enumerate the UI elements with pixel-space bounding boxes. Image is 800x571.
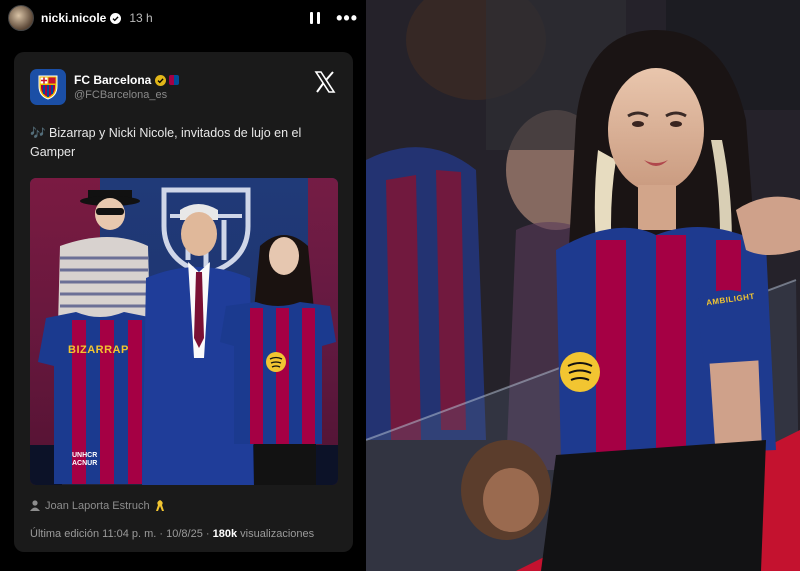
views-label: visualizaciones bbox=[240, 528, 315, 540]
shirt-nicki bbox=[220, 302, 336, 444]
tweet-edited-date: Última edición 11:04 p. m. · 10/8/25 · bbox=[30, 528, 210, 540]
pause-icon[interactable] bbox=[310, 12, 321, 24]
stadium-photo: AMBILIGHT bbox=[366, 0, 800, 571]
stadium-photo-illustration bbox=[366, 0, 800, 571]
more-options-icon[interactable]: ••• bbox=[336, 9, 358, 27]
story-timestamp: 13 h bbox=[129, 11, 153, 25]
photo-credit[interactable]: Joan Laporta Estruch bbox=[45, 500, 150, 512]
verified-icon bbox=[110, 12, 122, 24]
yellow-ribbon-icon bbox=[155, 500, 164, 511]
person-tag-icon bbox=[30, 500, 40, 511]
tweet-text: 🎶 Bizarrap y Nicki Nicole, invitados de … bbox=[30, 126, 302, 159]
shirt-name-text: BIZARRAP bbox=[68, 344, 129, 356]
sponsor-text: UNHCR ACNUR bbox=[72, 452, 98, 467]
tweet-photo[interactable]: BIZARRAP UNHCR ACNUR bbox=[30, 178, 338, 485]
avatar[interactable] bbox=[8, 5, 34, 31]
story-header: nicki.nicole 13 h ••• bbox=[0, 0, 366, 36]
tweet-card[interactable]: FC Barcelona @FCBarcelona_es 🎶 Bizarrap … bbox=[14, 52, 353, 552]
views-count: 180k bbox=[212, 528, 238, 540]
tweet-handle[interactable]: @FCBarcelona_es bbox=[74, 89, 179, 101]
x-logo-icon[interactable] bbox=[313, 70, 337, 94]
story-panel: nicki.nicole 13 h ••• FC Barcelona @FCBa… bbox=[0, 0, 366, 571]
fcb-crest-icon bbox=[30, 69, 66, 105]
story-username[interactable]: nicki.nicole bbox=[41, 11, 106, 25]
tweet-meta: Última edición 11:04 p. m. · 10/8/25 · 1… bbox=[30, 528, 314, 540]
tweet-account-name[interactable]: FC Barcelona bbox=[74, 73, 151, 87]
affiliate-badge-icon bbox=[169, 75, 180, 85]
gold-verified-icon bbox=[155, 74, 167, 86]
